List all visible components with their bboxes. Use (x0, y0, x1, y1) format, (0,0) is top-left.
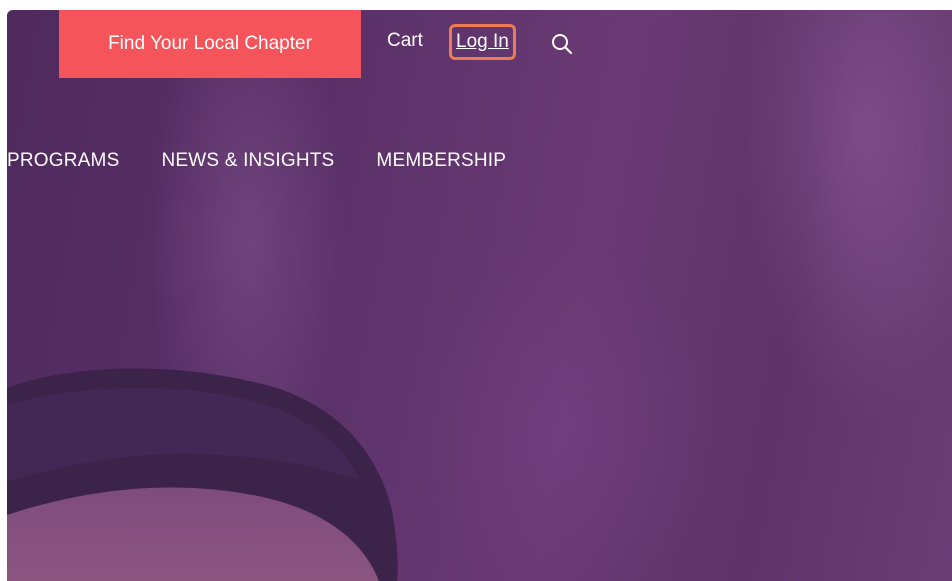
nav-item-membership[interactable]: MEMBERSHIP (376, 150, 506, 176)
main-navigation: PROGRAMS NEWS & INSIGHTS MEMBERSHIP (7, 150, 548, 176)
find-local-chapter-button[interactable]: Find Your Local Chapter (59, 10, 361, 78)
cart-link[interactable]: Cart (387, 30, 423, 52)
nav-item-programs[interactable]: PROGRAMS (7, 150, 119, 176)
nav-item-news-insights[interactable]: NEWS & INSIGHTS (161, 150, 334, 176)
hero-person-photo (7, 368, 398, 581)
search-button[interactable] (550, 32, 574, 56)
page-frame: Find Your Local Chapter Cart Log In PROG… (7, 10, 952, 581)
login-link[interactable]: Log In (449, 24, 516, 60)
search-icon (552, 34, 573, 55)
top-bar: Find Your Local Chapter Cart Log In (7, 10, 952, 78)
